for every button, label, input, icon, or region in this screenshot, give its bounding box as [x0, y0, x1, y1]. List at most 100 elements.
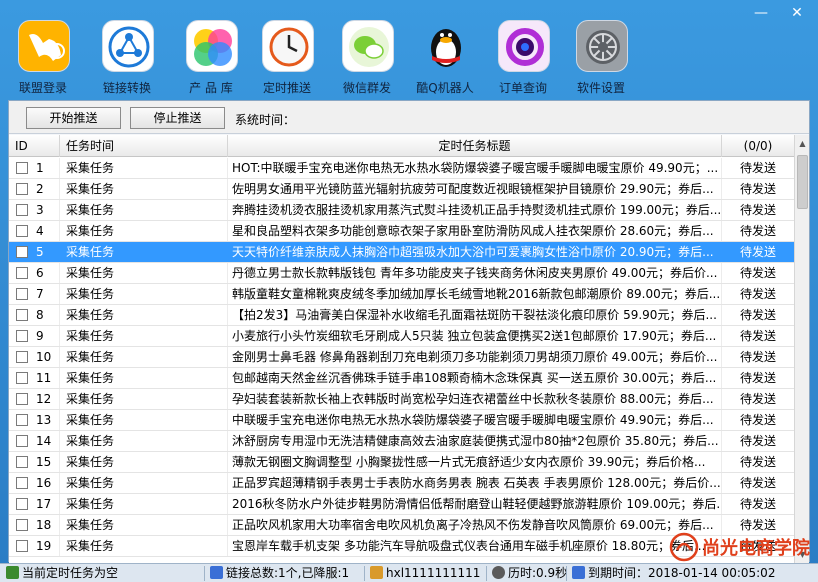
toolbar-item-software-settings[interactable]: 软件设置: [566, 18, 636, 98]
table-row[interactable]: 5 采集任务 天天特价纤维亲肤成人抹胸浴巾超强吸水加大浴巾可爱裹胸女性浴巾原价 20…: [9, 242, 794, 263]
status-timer: 当前定时任务为空: [6, 566, 118, 581]
table-row[interactable]: 11 采集任务 包邮越南天然金丝沉香佛珠手链手串108颗奇楠木念珠保真 买一送五原价…: [9, 368, 794, 389]
system-time-label: 系统时间：: [235, 113, 296, 127]
row-title: 金刚男士鼻毛器 修鼻角器剃刮刀充电剃须刀多功能剃须刀男胡须刀原价 49.00元；…: [228, 347, 722, 367]
table-row[interactable]: 2 采集任务 佐明男女通用平光镜防蓝光辐射抗疲劳可配度数近视眼镜框架护目镜原价 29…: [9, 179, 794, 200]
table-row[interactable]: 8 采集任务 【拍2发3】马油膏美白保湿补水收缩毛孔面霜祛斑防干裂祛淡化痕印原价 5…: [9, 305, 794, 326]
task-table: ID 任务时间 定时任务标题 (0/0) 1 采集任务 HOT:中联暖手宝充电迷你电…: [9, 135, 809, 563]
column-header-id[interactable]: ID: [9, 135, 60, 157]
row-task-time: 采集任务: [60, 515, 228, 535]
row-id-cell: 16: [9, 473, 60, 493]
row-id-cell: 11: [9, 368, 60, 388]
table-row[interactable]: 10 采集任务 金刚男士鼻毛器 修鼻角器剃刮刀充电剃须刀多功能剃须刀男胡须刀原价 4…: [9, 347, 794, 368]
row-title: 宝恩岸车载手机支架 多功能汽车导航吸盘式仪表台通用车磁手机座原价 18.80元；…: [228, 536, 722, 556]
row-id: 12: [36, 392, 52, 406]
table-row[interactable]: 4 采集任务 星和良品塑料衣架多功能创意晾衣架子家用卧室防滑防风成人挂衣架原价 28…: [9, 221, 794, 242]
table-row[interactable]: 17 采集任务 2016秋冬防水户外徒步鞋男防滑情侣低帮耐磨登山鞋轻便越野旅游鞋原价…: [9, 494, 794, 515]
table-row[interactable]: 16 采集任务 正品罗宾超薄精钢手表男士手表防水商务男表 腕表 石英表 手表男原价 …: [9, 473, 794, 494]
column-header-task-time[interactable]: 任务时间: [60, 135, 228, 157]
table-row[interactable]: 7 采集任务 韩版童鞋女童棉靴爽皮绒冬季加绒加厚长毛绒雪地靴2016新款包邮潮原价 …: [9, 284, 794, 305]
row-checkbox[interactable]: [16, 225, 28, 237]
row-status: 待发送: [739, 497, 776, 511]
table-row[interactable]: 1 采集任务 HOT:中联暖手宝充电迷你电热无水热水袋防爆袋婆子暖宫暖手暖脚电暖宝原…: [9, 158, 794, 179]
status-expiry-text: 到期时间：2018-01-14 00:05:02: [588, 566, 776, 580]
svg-text:尚光电商学院: 尚光电商学院: [702, 537, 810, 559]
row-checkbox[interactable]: [16, 435, 28, 447]
row-checkbox[interactable]: [16, 267, 28, 279]
row-title: 2016秋冬防水户外徒步鞋男防滑情侣低帮耐磨登山鞋轻便越野旅游鞋原价 109.0…: [228, 494, 722, 514]
settings-icon: [576, 20, 628, 72]
row-id: 1: [36, 161, 44, 175]
start-push-button[interactable]: 开始推送: [26, 107, 121, 129]
row-status: 待发送: [739, 224, 776, 238]
row-checkbox[interactable]: [16, 498, 28, 510]
row-checkbox[interactable]: [16, 540, 28, 552]
stop-push-button[interactable]: 停止推送: [130, 107, 225, 129]
row-id: 18: [36, 518, 52, 532]
table-row[interactable]: 3 采集任务 奔腾挂烫机烫衣服挂烫机家用蒸汽式熨斗挂烫机正品手持熨烫机挂式原价 19…: [9, 200, 794, 221]
row-checkbox[interactable]: [16, 183, 28, 195]
row-checkbox[interactable]: [16, 330, 28, 342]
scroll-thumb[interactable]: [797, 155, 808, 209]
row-checkbox[interactable]: [16, 372, 28, 384]
table-row[interactable]: 12 采集任务 孕妇装套装新款长袖上衣韩版时尚宽松孕妇连衣裙蕾丝中长款秋冬装原价 8…: [9, 389, 794, 410]
toolbar-item-union-login[interactable]: 联盟登录: [8, 18, 78, 98]
row-checkbox[interactable]: [16, 204, 28, 216]
row-title: 正品吹风机家用大功率宿舍电吹风机负离子冷热风不伤发静音吹风筒原价 69.00元；…: [228, 515, 722, 535]
row-task-time: 采集任务: [60, 242, 228, 262]
wechat-icon: [342, 20, 394, 72]
toolbar-item-product-library[interactable]: 产 品 库: [176, 18, 246, 98]
row-checkbox[interactable]: [16, 456, 28, 468]
row-title: 奔腾挂烫机烫衣服挂烫机家用蒸汽式熨斗挂烫机正品手持熨烫机挂式原价 199.00元…: [228, 200, 722, 220]
table-row[interactable]: 13 采集任务 中联暖手宝充电迷你电热无水热水袋防爆袋婆子暖宫暖手暖脚电暖宝原价 4…: [9, 410, 794, 431]
toolbar-item-order-query[interactable]: 订单查询: [488, 18, 558, 98]
toolbar-item-wechat-broadcast[interactable]: 微信群发: [332, 18, 402, 98]
column-header-title[interactable]: 定时任务标题: [228, 135, 722, 157]
color-bubbles-icon: [186, 20, 238, 72]
row-id: 7: [36, 287, 44, 301]
table-row[interactable]: 9 采集任务 小麦旅行小头竹炭细软毛牙刷成人5只装 独立包装盒便携买2送1包邮原价 …: [9, 326, 794, 347]
row-checkbox[interactable]: [16, 288, 28, 300]
row-status: 待发送: [739, 434, 776, 448]
row-title: 沐舒厨房专用湿巾无洗洁精健康高效去油家庭装便携式湿巾80抽*2包原价 35.80…: [228, 431, 722, 451]
scroll-up-icon[interactable]: ▲: [795, 135, 809, 152]
row-status: 待发送: [739, 245, 776, 259]
status-user: hxl1111111111: [370, 566, 480, 581]
row-checkbox[interactable]: [16, 519, 28, 531]
row-status: 待发送: [739, 203, 776, 217]
penguin-icon: [420, 20, 472, 72]
toolbar-item-link-convert[interactable]: 链接转换: [92, 18, 162, 98]
row-checkbox[interactable]: [16, 414, 28, 426]
clock-status-icon: [492, 566, 505, 579]
row-id: 11: [36, 371, 52, 385]
table-row[interactable]: 14 采集任务 沐舒厨房专用湿巾无洗洁精健康高效去油家庭装便携式湿巾80抽*2包原价…: [9, 431, 794, 452]
table-header: ID 任务时间 定时任务标题 (0/0): [9, 135, 794, 157]
row-title: 【拍2发3】马油膏美白保湿补水收缩毛孔面霜祛斑防干裂祛淡化痕印原价 59.90元…: [228, 305, 722, 325]
column-header-count[interactable]: (0/0): [722, 135, 794, 157]
row-checkbox[interactable]: [16, 477, 28, 489]
toolbar-item-scheduled-push[interactable]: 定时推送: [252, 18, 322, 98]
row-checkbox[interactable]: [16, 393, 28, 405]
toolbar-label: 联盟登录: [18, 81, 67, 95]
watermark-logo: 尚光电商学院: [668, 530, 816, 564]
row-checkbox[interactable]: [16, 309, 28, 321]
table-row[interactable]: 6 采集任务 丹德立男士款长款韩版钱包 青年多功能皮夹子钱夹商务休闲皮夹男原价 49…: [9, 263, 794, 284]
row-checkbox[interactable]: [16, 246, 28, 258]
row-id: 14: [36, 434, 52, 448]
home-icon: [370, 566, 383, 579]
vertical-scrollbar[interactable]: ▲ ▼: [794, 135, 809, 563]
table-row[interactable]: 15 采集任务 薄款无钢圈文胸调整型 小胸聚拢性感一片式无痕舒适少女内衣原价 39.…: [9, 452, 794, 473]
row-title: 小麦旅行小头竹炭细软毛牙刷成人5只装 独立包装盒便携买2送1包邮原价 17.90…: [228, 326, 722, 346]
row-id: 13: [36, 413, 52, 427]
row-checkbox[interactable]: [16, 351, 28, 363]
row-status: 待发送: [739, 287, 776, 301]
row-status: 待发送: [739, 266, 776, 280]
row-id-cell: 12: [9, 389, 60, 409]
row-task-time: 采集任务: [60, 536, 228, 556]
status-duration-text: 历时:0.9秒: [508, 566, 568, 580]
toolbar-label: 酷Q机器人: [416, 81, 474, 95]
link-status-icon: [210, 566, 223, 579]
toolbar-label: 产 品 库: [189, 81, 233, 95]
toolbar-item-coolq-robot[interactable]: 酷Q机器人: [410, 18, 480, 98]
row-checkbox[interactable]: [16, 162, 28, 174]
